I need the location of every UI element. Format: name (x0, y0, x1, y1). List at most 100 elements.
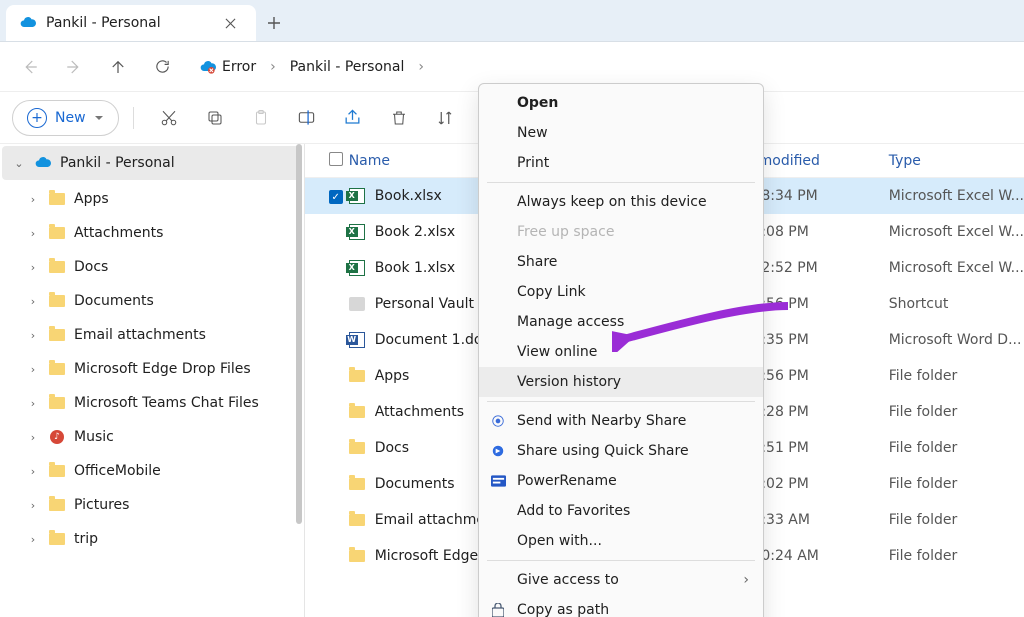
ctx-free-up: Free up space (479, 217, 763, 247)
chevron-right-icon: › (26, 499, 40, 512)
ctx-view-online[interactable]: View online (479, 337, 763, 367)
folder-icon (48, 329, 66, 341)
chevron-down-icon: ⌄ (12, 157, 26, 170)
column-header-type[interactable]: Type (889, 153, 1024, 169)
folder-icon (349, 514, 365, 526)
sort-button[interactable] (424, 100, 466, 136)
title-bar: Pankil - Personal (0, 0, 1024, 42)
crumb-root-label: Error (222, 59, 256, 75)
copy-button[interactable] (194, 100, 236, 136)
file-type: Microsoft Excel W... (889, 260, 1024, 276)
ctx-share-onedrive[interactable]: Share (479, 247, 763, 277)
ctx-quick-share[interactable]: Share using Quick Share (479, 436, 763, 466)
folder-icon (48, 465, 66, 477)
tree-item[interactable]: ›Attachments (0, 216, 304, 250)
folder-icon (48, 261, 66, 273)
close-tab-button[interactable] (218, 11, 242, 35)
folder-icon (349, 370, 365, 382)
chevron-right-icon: › (26, 329, 40, 342)
window-tab[interactable]: Pankil - Personal (6, 5, 256, 41)
file-type: File folder (889, 512, 1024, 528)
sidebar-scrollbar[interactable] (296, 144, 302, 524)
tree-item[interactable]: ›trip (0, 522, 304, 556)
share-button[interactable] (332, 100, 374, 136)
folder-icon (48, 499, 66, 511)
select-all-checkbox[interactable] (329, 152, 349, 170)
separator (487, 560, 755, 561)
file-type: Microsoft Excel W... (889, 188, 1024, 204)
tree-item-label: Microsoft Edge Drop Files (74, 361, 251, 377)
ctx-copy-path[interactable]: Copy as path (479, 595, 763, 617)
paste-button[interactable] (240, 100, 282, 136)
plus-circle-icon: + (27, 108, 47, 128)
separator (133, 107, 134, 129)
file-name: Book 1.xlsx (375, 260, 455, 276)
file-type: Shortcut (889, 296, 1024, 312)
tree-item[interactable]: › Email attachments (0, 318, 304, 352)
tree-item[interactable]: ›Microsoft Edge Drop Files (0, 352, 304, 386)
lock-icon (489, 603, 507, 617)
file-type: File folder (889, 440, 1024, 456)
chevron-right-icon: › (26, 465, 40, 478)
onedrive-icon (34, 155, 52, 171)
delete-button[interactable] (378, 100, 420, 136)
ctx-powerrename-1[interactable]: PowerRename (479, 466, 763, 496)
folder-icon (349, 478, 365, 490)
ctx-manage-access[interactable]: Manage access (479, 307, 763, 337)
tree-item[interactable]: ›Pictures (0, 488, 304, 522)
up-button[interactable] (98, 47, 138, 87)
context-menu: Open New Print Always keep on this devic… (478, 83, 764, 617)
chevron-right-icon: › (26, 261, 40, 274)
tree-root-label: Pankil - Personal (60, 155, 175, 171)
file-type: File folder (889, 548, 1024, 564)
ctx-version-history[interactable]: Version history (479, 367, 763, 397)
ctx-new[interactable]: New (479, 118, 763, 148)
tree-root[interactable]: ⌄ Pankil - Personal (2, 146, 302, 180)
separator (487, 182, 755, 183)
forward-button[interactable] (54, 47, 94, 87)
file-name: Personal Vault (375, 296, 474, 312)
tree-item[interactable]: ›Microsoft Teams Chat Files (0, 386, 304, 420)
folder-icon (48, 397, 66, 409)
folder-icon (349, 406, 365, 418)
new-tab-button[interactable] (256, 5, 292, 41)
onedrive-icon (20, 15, 36, 31)
file-name: Book 2.xlsx (375, 224, 455, 240)
music-icon: ♪ (48, 430, 66, 444)
back-button[interactable] (10, 47, 50, 87)
ctx-open-with[interactable]: Open with... (479, 526, 763, 556)
crumb-folder[interactable]: Pankil - Personal (284, 55, 411, 79)
cut-button[interactable] (148, 100, 190, 136)
folder-icon (48, 193, 66, 205)
excel-icon (349, 224, 365, 240)
ctx-nearby-share[interactable]: Send with Nearby Share (479, 406, 763, 436)
tree-item[interactable]: ›OfficeMobile (0, 454, 304, 488)
ctx-favorites[interactable]: Add to Favorites (479, 496, 763, 526)
ctx-open[interactable]: Open (479, 88, 763, 118)
tree-item[interactable]: ›♪Music (0, 420, 304, 454)
folder-icon (48, 363, 66, 375)
quick-share-icon (489, 444, 507, 458)
file-type: File folder (889, 404, 1024, 420)
breadcrumb: Error › Pankil - Personal › (186, 55, 432, 79)
chevron-right-icon: › (26, 227, 40, 240)
rename-button[interactable] (286, 100, 328, 136)
chevron-right-icon: › (26, 397, 40, 410)
file-name: Docs (375, 440, 409, 456)
folder-icon (349, 442, 365, 454)
file-type: Microsoft Excel W... (889, 224, 1024, 240)
tree-item-label: Email attachments (74, 327, 206, 343)
tree-item-label: Documents (74, 293, 154, 309)
ctx-copy-link[interactable]: Copy Link (479, 277, 763, 307)
ctx-give-access[interactable]: Give access to› (479, 565, 763, 595)
tree-item[interactable]: ›Docs (0, 250, 304, 284)
ctx-print[interactable]: Print (479, 148, 763, 178)
tree-item[interactable]: ›Documents (0, 284, 304, 318)
refresh-button[interactable] (142, 47, 182, 87)
tree-item[interactable]: ›Apps (0, 182, 304, 216)
chevron-right-icon: › (270, 59, 276, 75)
crumb-root[interactable]: Error (194, 55, 262, 79)
ctx-always-keep[interactable]: Always keep on this device (479, 187, 763, 217)
new-button[interactable]: + New (12, 100, 119, 136)
new-button-label: New (55, 110, 86, 126)
